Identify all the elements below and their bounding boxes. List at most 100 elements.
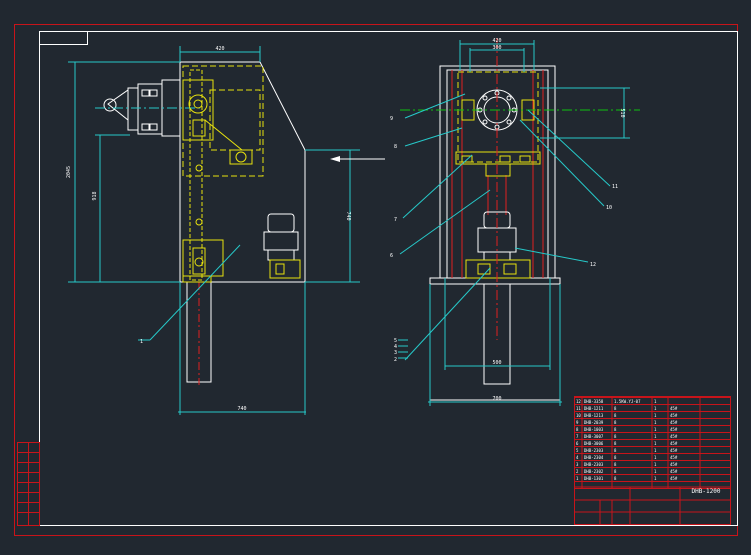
parts-cell-mat: 45# bbox=[670, 434, 678, 439]
parts-table-row: 12 DHB-3358 1.5KW.YJ-07 1 bbox=[576, 399, 657, 404]
parts-cell-name: 8 bbox=[614, 434, 617, 439]
outer-sheet-border bbox=[14, 24, 738, 536]
parts-cell-no: 7 bbox=[576, 434, 579, 439]
parts-cell-name: 1.5KW.YJ-07 bbox=[614, 399, 641, 404]
side-yellow-mechanism bbox=[182, 65, 264, 283]
parts-cell-qty: 1 bbox=[654, 462, 657, 467]
parts-table-row: 9 DHB-2039 8 1 45# bbox=[576, 420, 678, 425]
front-centerlines bbox=[400, 38, 640, 340]
front-view: 420 300 500 700 510 9 8 7 6 5 4 3 2 11 1… bbox=[390, 38, 640, 406]
parts-cell-mat: 45# bbox=[670, 462, 678, 467]
parts-cell-qty: 1 bbox=[654, 406, 657, 411]
side-dim-bottom-width: 740 bbox=[237, 406, 246, 412]
parts-cell-name: 8 bbox=[614, 455, 617, 460]
parts-table-row: 1 DHB-1301 8 1 45# bbox=[576, 476, 678, 481]
side-motor bbox=[263, 213, 301, 279]
parts-cell-qty: 1 bbox=[654, 420, 657, 425]
front-dim-bottom-outer: 700 bbox=[492, 396, 501, 402]
parts-cell-qty: 1 bbox=[654, 413, 657, 418]
callout-12: 12 bbox=[590, 262, 596, 268]
parts-cell-no: 10 bbox=[576, 413, 581, 418]
side-dim-top-width: 420 bbox=[215, 46, 224, 52]
parts-cell-no: 8 bbox=[576, 427, 579, 432]
parts-cell-code: DHB-2302 bbox=[584, 469, 604, 474]
callout-2: 2 bbox=[394, 357, 397, 363]
parts-table-row: 10 DHB-1213 8 1 45# bbox=[576, 413, 678, 418]
parts-table-row: 6 DHB-3006 8 1 45# bbox=[576, 441, 678, 446]
parts-cell-code: DHB-2303 bbox=[584, 462, 604, 467]
parts-cell-qty: 1 bbox=[654, 455, 657, 460]
parts-cell-code: DHB-2304 bbox=[584, 455, 604, 460]
side-dim-right-height: 740 bbox=[345, 211, 351, 220]
side-view: 420 2045 918 740 740 1 bbox=[66, 46, 385, 415]
parts-cell-no: 5 bbox=[576, 448, 579, 453]
parts-cell-mat: 45# bbox=[670, 427, 678, 432]
parts-table-row: 11 DHB-1211 8 1 45# bbox=[576, 406, 678, 411]
parts-cell-name: 8 bbox=[614, 476, 617, 481]
parts-table-row: 8 DHB-1003 8 1 45# bbox=[576, 427, 678, 432]
front-base-plate bbox=[429, 277, 561, 285]
parts-cell-mat: 45# bbox=[670, 455, 678, 460]
view-direction-arrow bbox=[330, 156, 385, 162]
parts-cell-code: DHB-2303 bbox=[584, 448, 604, 453]
parts-cell-code: DHB-1301 bbox=[584, 476, 604, 481]
parts-cell-qty: 1 bbox=[654, 476, 657, 481]
parts-list-table: 12 DHB-3358 1.5KW.YJ-07 111 DHB-1211 8 1 45#10 D… bbox=[574, 396, 731, 525]
parts-cell-mat: 45# bbox=[670, 469, 678, 474]
front-dim-bottom-inner: 500 bbox=[492, 360, 501, 366]
parts-cell-code: DHB-1211 bbox=[584, 406, 604, 411]
parts-cell-code: DHB-1213 bbox=[584, 413, 604, 418]
parts-table-row: 3 DHB-2303 8 1 45# bbox=[576, 462, 678, 467]
callout-9: 9 bbox=[390, 116, 393, 122]
parts-cell-name: 8 bbox=[614, 420, 617, 425]
parts-cell-mat: 45# bbox=[670, 441, 678, 446]
parts-cell-qty: 1 bbox=[654, 469, 657, 474]
parts-cell-mat: 45# bbox=[670, 413, 678, 418]
parts-cell-name: 8 bbox=[614, 406, 617, 411]
parts-cell-name: 8 bbox=[614, 441, 617, 446]
side-dim-total-height: 2045 bbox=[66, 166, 72, 178]
parts-cell-code: DHB-3358 bbox=[584, 399, 604, 404]
parts-cell-code: DHB-2039 bbox=[584, 420, 604, 425]
cad-drawing-canvas: 420 2045 918 740 740 1 420 300 500 700 5… bbox=[14, 24, 738, 536]
parts-cell-name: 8 bbox=[614, 413, 617, 418]
parts-table-row: 5 DHB-2303 8 1 45# bbox=[576, 448, 678, 453]
parts-cell-code: DHB-1003 bbox=[584, 427, 604, 432]
parts-table-row: 7 DHB-3007 8 1 45# bbox=[576, 434, 678, 439]
parts-cell-mat: 45# bbox=[670, 420, 678, 425]
parts-table-row: 4 DHB-2304 8 1 45# bbox=[576, 455, 678, 460]
parts-cell-no: 3 bbox=[576, 462, 579, 467]
parts-cell-qty: 1 bbox=[654, 441, 657, 446]
parts-cell-code: DHB-3006 bbox=[584, 441, 604, 446]
callout-10: 10 bbox=[606, 205, 612, 211]
parts-cell-name: 8 bbox=[614, 462, 617, 467]
front-dimensions bbox=[398, 40, 630, 406]
parts-cell-qty: 1 bbox=[654, 399, 657, 404]
corner-label-box bbox=[39, 31, 88, 45]
parts-cell-mat: 45# bbox=[670, 406, 678, 411]
parts-cell-code: DHB-3007 bbox=[584, 434, 604, 439]
parts-cell-mat: 45# bbox=[670, 476, 678, 481]
parts-cell-no: 1 bbox=[576, 476, 579, 481]
left-revision-strip bbox=[17, 442, 40, 526]
parts-cell-no: 9 bbox=[576, 420, 579, 425]
parts-cell-qty: 1 bbox=[654, 434, 657, 439]
front-dim-top-outer: 420 bbox=[492, 38, 501, 44]
inner-drawing-frame bbox=[39, 31, 738, 526]
side-dim-lower-height: 918 bbox=[92, 191, 98, 200]
front-lower-gearbox bbox=[465, 211, 531, 279]
parts-cell-name: 8 bbox=[614, 469, 617, 474]
parts-cell-qty: 1 bbox=[654, 448, 657, 453]
parts-cell-mat: 45# bbox=[670, 448, 678, 453]
parts-cell-no: 11 bbox=[576, 406, 581, 411]
callout-11: 11 bbox=[612, 184, 618, 190]
front-upper-carriage bbox=[455, 71, 541, 177]
parts-table-row: 2 DHB-2302 8 1 45# bbox=[576, 469, 678, 474]
side-arm-assembly bbox=[95, 79, 200, 137]
front-dim-right-height: 510 bbox=[619, 108, 625, 117]
parts-cell-qty: 1 bbox=[654, 427, 657, 432]
parts-cell-no: 6 bbox=[576, 441, 579, 446]
parts-cell-no: 12 bbox=[576, 399, 581, 404]
parts-cell-no: 2 bbox=[576, 469, 579, 474]
parts-cell-no: 4 bbox=[576, 455, 579, 460]
